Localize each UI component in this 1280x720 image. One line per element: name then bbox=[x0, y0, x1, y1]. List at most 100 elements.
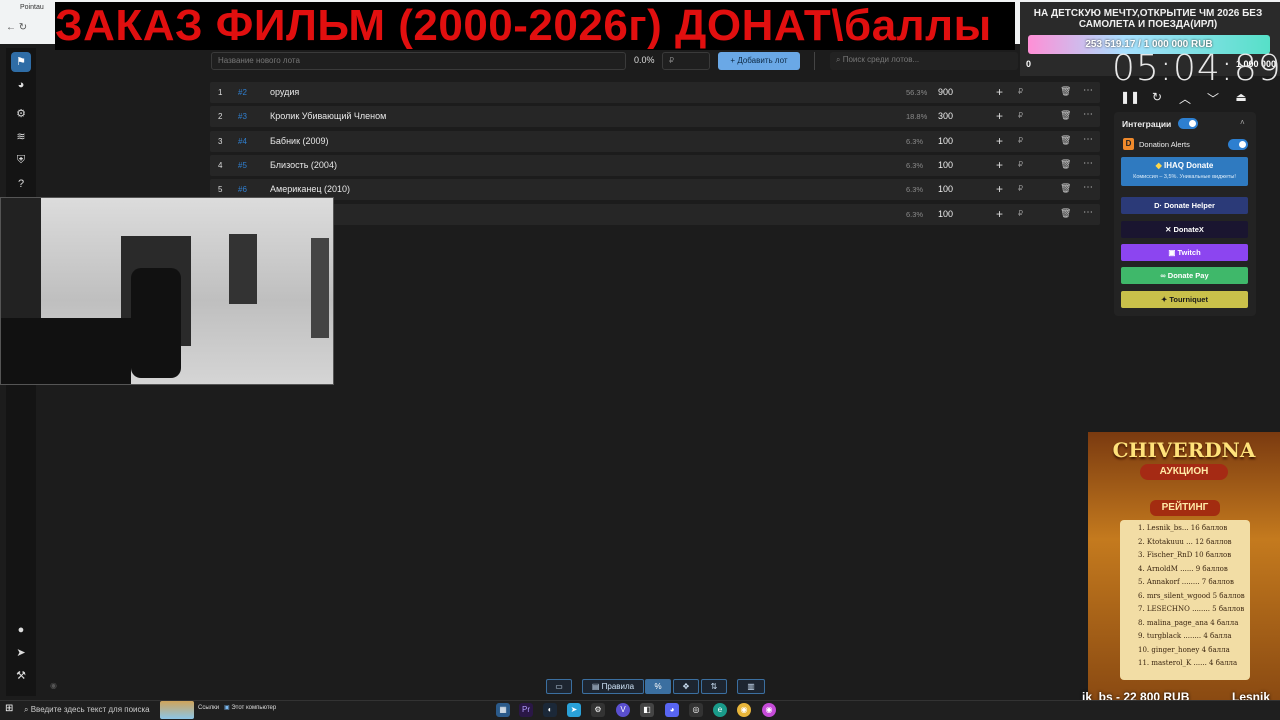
tourniquet-button[interactable]: ✦ Tourniquet bbox=[1121, 291, 1248, 308]
pause-icon[interactable]: ❚❚ bbox=[1120, 90, 1140, 104]
app-icon[interactable]: ◧ bbox=[640, 703, 654, 717]
taskbar-search[interactable]: ⌕ Введите здесь текст для поиска bbox=[24, 702, 154, 718]
lot-row[interactable]: 1 #2 орудия 56.3% 900 ₽ + 🗑 ⋯ bbox=[210, 82, 1100, 103]
weather-widget-icon[interactable] bbox=[160, 701, 194, 719]
delete-icon[interactable]: 🗑 bbox=[1060, 208, 1071, 219]
lot-index: 4 bbox=[218, 160, 223, 170]
add-amount-icon[interactable]: + bbox=[996, 182, 1003, 196]
delete-icon[interactable]: 🗑 bbox=[1060, 110, 1071, 121]
more-options-icon[interactable]: ⋯ bbox=[1083, 207, 1093, 218]
search-icon: ⌕ bbox=[24, 705, 31, 714]
premiere-icon[interactable]: Pr bbox=[519, 703, 533, 717]
layers-icon[interactable]: ≋ bbox=[11, 127, 31, 147]
lot-row[interactable]: 2 #3 Кролик Убивающий Членом 18.8% 300 ₽ + 🗑 ⋯ bbox=[210, 106, 1100, 128]
lot-amount[interactable]: 100 bbox=[938, 209, 953, 219]
more-options-icon[interactable]: ⋯ bbox=[1083, 109, 1093, 120]
github-icon[interactable]: ● bbox=[11, 620, 31, 640]
auction-icon[interactable]: ⚑ bbox=[11, 52, 31, 72]
links-label[interactable]: Ссылки bbox=[198, 705, 219, 711]
reset-icon[interactable]: ↻ bbox=[1148, 90, 1166, 104]
this-pc-label[interactable]: ▣ Этот компьютер bbox=[224, 704, 276, 711]
rules-button[interactable]: ▤ Правила bbox=[582, 679, 644, 694]
chevron-up-icon[interactable]: ︿ bbox=[1176, 90, 1194, 107]
rating-entry: 10. ginger_honey 4 балла bbox=[1138, 645, 1230, 654]
add-amount-icon[interactable]: + bbox=[996, 85, 1003, 99]
delete-icon[interactable]: 🗑 bbox=[1060, 135, 1071, 146]
lot-name[interactable]: Бабник (2009) bbox=[270, 136, 329, 146]
search-placeholder: Поиск среди лотов... bbox=[842, 55, 920, 64]
lot-row[interactable]: 4 #5 Близость (2004) 6.3% 100 ₽ + 🗑 ⋯ bbox=[210, 154, 1100, 176]
lot-name[interactable]: орудия bbox=[270, 87, 299, 97]
lot-name-input[interactable]: Название нового лота bbox=[211, 52, 626, 70]
donate-helper-label: Donate Helper bbox=[1164, 201, 1215, 210]
rating-entry: 11. masterol_K ...... 4 балла bbox=[1138, 659, 1238, 667]
add-amount-icon[interactable]: + bbox=[996, 109, 1003, 123]
add-amount-icon[interactable]: + bbox=[996, 134, 1003, 148]
lot-row[interactable]: 6#720266.3%100₽+🗑⋯ bbox=[210, 203, 1100, 225]
twitch-button[interactable]: ▣ Twitch bbox=[1121, 244, 1248, 261]
donation-alerts-toggle[interactable] bbox=[1228, 139, 1248, 150]
user-settings-icon[interactable]: ⚒ bbox=[11, 666, 31, 686]
browser-nav-buttons[interactable]: ← ↻ bbox=[6, 22, 27, 33]
lot-amount[interactable]: 900 bbox=[938, 87, 953, 97]
twitch-label: Twitch bbox=[1177, 248, 1201, 257]
lot-percent: 6.3% bbox=[906, 209, 924, 219]
vpn-icon[interactable]: V bbox=[616, 703, 630, 717]
lot-search-input[interactable]: ⌕ Поиск среди лотов... bbox=[830, 52, 1018, 70]
system-settings-icon[interactable]: ⚙ bbox=[591, 703, 605, 717]
lot-name[interactable]: Американец (2010) bbox=[270, 184, 350, 194]
help-icon[interactable]: ? bbox=[11, 174, 31, 194]
lot-amount[interactable]: 100 bbox=[938, 160, 953, 170]
steam-icon[interactable]: ◐ bbox=[543, 703, 557, 717]
drag-icon[interactable]: ✥ bbox=[673, 679, 699, 694]
add-amount-icon[interactable]: + bbox=[996, 158, 1003, 172]
lot-number: #3 bbox=[238, 112, 247, 122]
telegram-icon[interactable]: ➤ bbox=[11, 643, 31, 663]
donatex-label: DonateX bbox=[1173, 225, 1204, 234]
more-options-icon[interactable]: ⋯ bbox=[1083, 134, 1093, 145]
obs-icon[interactable]: ◎ bbox=[689, 703, 703, 717]
divider bbox=[814, 52, 815, 70]
more-options-icon[interactable]: ⋯ bbox=[1083, 158, 1093, 169]
settings-gear-icon[interactable]: ⚙ bbox=[11, 104, 31, 124]
donate-helper-button[interactable]: D· Donate Helper bbox=[1121, 197, 1248, 214]
lot-amount[interactable]: 100 bbox=[938, 136, 953, 146]
lot-name[interactable]: Близость (2004) bbox=[270, 160, 337, 170]
chevron-down-icon[interactable]: ﹀ bbox=[1204, 90, 1222, 107]
eject-icon[interactable]: ⏏ bbox=[1232, 90, 1250, 104]
lot-amount[interactable]: 300 bbox=[938, 111, 953, 121]
discord-icon[interactable]: ◕ bbox=[665, 703, 679, 717]
lot-row[interactable]: 5 #6 Американец (2010) 6.3% 100 ₽ + 🗑 ⋯ bbox=[210, 179, 1100, 201]
chrome-icon[interactable]: ◉ bbox=[737, 703, 751, 717]
integrations-title: Интеграции bbox=[1122, 119, 1172, 129]
add-amount-icon[interactable]: + bbox=[996, 207, 1003, 221]
edge-icon[interactable]: e bbox=[713, 703, 727, 717]
delete-icon[interactable]: 🗑 bbox=[1060, 159, 1071, 170]
percent-toggle-button[interactable]: % bbox=[645, 679, 671, 694]
delete-icon[interactable]: 🗑 bbox=[1060, 183, 1071, 194]
lot-percent: 56.3% bbox=[906, 88, 928, 97]
add-lot-label: Добавить лот bbox=[737, 56, 788, 65]
task-view-icon[interactable]: ▦ bbox=[496, 703, 510, 717]
integrations-toggle[interactable] bbox=[1178, 118, 1198, 129]
wheel-icon[interactable]: ◕ bbox=[11, 75, 31, 95]
telegram-app-icon[interactable]: ➤ bbox=[567, 703, 581, 717]
lot-row[interactable]: 3 #4 Бабник (2009) 6.3% 100 ₽ + 🗑 ⋯ bbox=[210, 130, 1100, 152]
amount-input[interactable]: ₽ bbox=[662, 52, 710, 70]
add-lot-button[interactable]: + Добавить лот bbox=[718, 52, 800, 70]
donate-pay-button[interactable]: ∞ Donate Pay bbox=[1121, 267, 1248, 284]
windows-start-icon[interactable]: ⊞ bbox=[5, 703, 13, 714]
eye-icon[interactable]: ◉ bbox=[50, 681, 57, 690]
more-options-icon[interactable]: ⋯ bbox=[1083, 85, 1093, 96]
more-options-icon[interactable]: ⋯ bbox=[1083, 182, 1093, 193]
sort-icon[interactable]: ⇅ bbox=[701, 679, 727, 694]
clear-all-icon[interactable]: ▥ bbox=[737, 679, 765, 694]
collapse-chevron-icon[interactable]: ˄ bbox=[1240, 118, 1245, 127]
browser-app-icon[interactable]: ◉ bbox=[762, 703, 776, 717]
lot-name[interactable]: Кролик Убивающий Членом bbox=[270, 111, 386, 121]
donatex-button[interactable]: ✕ DonateX bbox=[1121, 221, 1248, 238]
shield-icon[interactable]: ⛨ bbox=[11, 150, 31, 170]
delete-icon[interactable]: 🗑 bbox=[1060, 86, 1071, 97]
lot-amount[interactable]: 100 bbox=[938, 184, 953, 194]
save-icon[interactable]: ▭ bbox=[546, 679, 572, 694]
